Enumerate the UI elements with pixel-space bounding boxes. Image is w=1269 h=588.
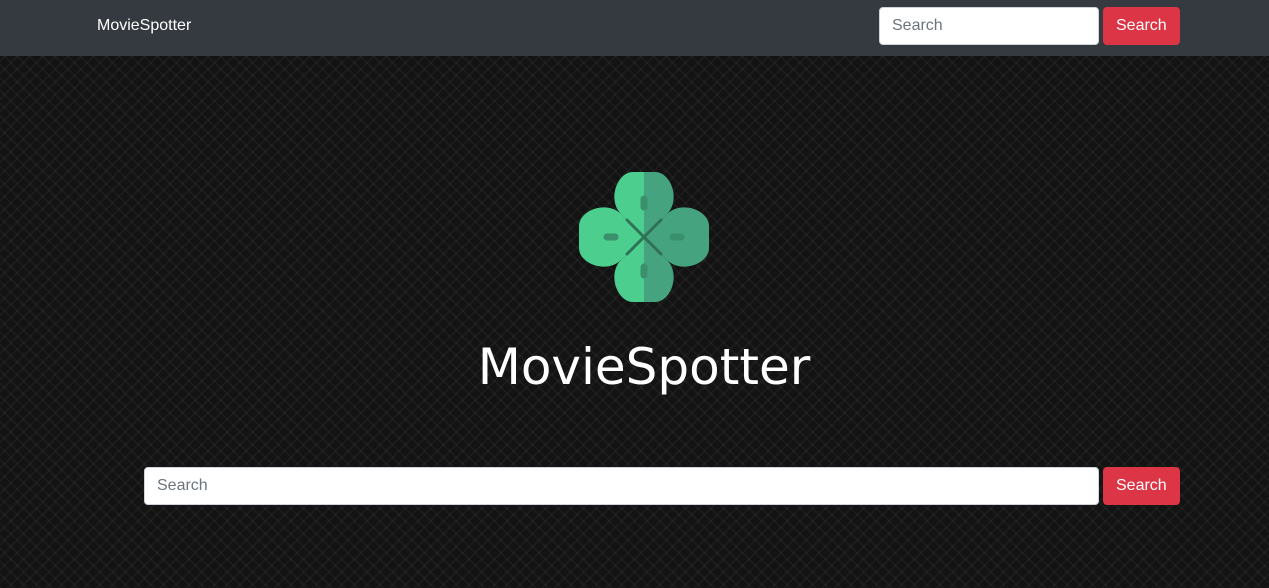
main-search-form: Search	[144, 467, 1180, 505]
navbar-search-button[interactable]: Search	[1103, 7, 1180, 45]
navbar-search-form: Search	[879, 7, 1180, 45]
top-navbar: MovieSpotter Search	[0, 0, 1269, 56]
navbar-brand[interactable]: MovieSpotter	[97, 16, 191, 36]
main-search-button[interactable]: Search	[1103, 467, 1180, 505]
navbar-search-input[interactable]	[879, 7, 1099, 45]
main-search-input[interactable]	[144, 467, 1099, 505]
four-leaf-clover-icon	[578, 171, 710, 303]
hero-title: MovieSpotter	[477, 338, 811, 396]
